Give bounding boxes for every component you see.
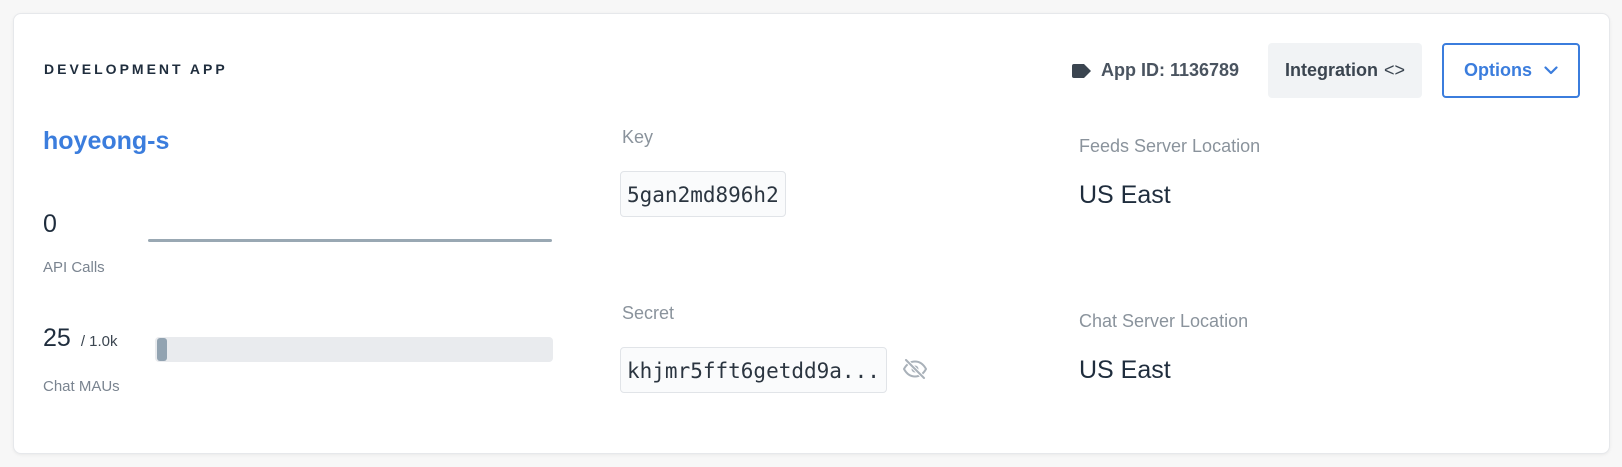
eye-slash-icon[interactable] <box>903 359 927 379</box>
key-value[interactable]: 5gan2md896h2 <box>620 171 786 217</box>
chat-maus-label: Chat MAUs <box>43 378 120 395</box>
api-calls-value: 0 <box>43 210 57 238</box>
chat-server-location-label: Chat Server Location <box>1079 311 1249 331</box>
section-title: DEVELOPMENT APP <box>44 61 228 77</box>
key-label: Key <box>622 127 654 147</box>
app-id: App ID: 1136789 <box>1072 60 1239 81</box>
chat-maus-value: 25 / 1.0k <box>43 324 118 353</box>
tag-icon <box>1072 63 1091 78</box>
development-app-card: DEVELOPMENT APP App ID: 1136789 Integrat… <box>13 13 1610 454</box>
integration-button[interactable]: Integration <> <box>1268 43 1422 98</box>
chat-server-location-value: US East <box>1079 356 1171 384</box>
chat-maus-limit: / 1.0k <box>80 333 118 350</box>
options-button[interactable]: Options <box>1442 43 1580 98</box>
feeds-server-location-value: US East <box>1079 181 1171 209</box>
integration-button-label: Integration <box>1284 60 1378 80</box>
options-button-label: Options <box>1464 60 1532 80</box>
chat-maus-progress-bar <box>155 337 553 362</box>
chat-maus-progress-fill <box>157 338 167 361</box>
api-calls-sparkline <box>148 239 552 242</box>
secret-label: Secret <box>622 303 675 323</box>
api-calls-label: API Calls <box>43 259 105 276</box>
feeds-server-location-label: Feeds Server Location <box>1079 136 1261 156</box>
secret-value[interactable]: khjmr5fft6getdd9a... <box>620 347 887 393</box>
app-name-link[interactable]: hoyeong-s <box>43 127 169 156</box>
app-id-label: App ID: 1136789 <box>1101 60 1240 80</box>
chat-maus-count: 25 <box>43 324 71 352</box>
code-icon: <> <box>1383 60 1406 80</box>
chevron-down-icon <box>1544 66 1558 75</box>
